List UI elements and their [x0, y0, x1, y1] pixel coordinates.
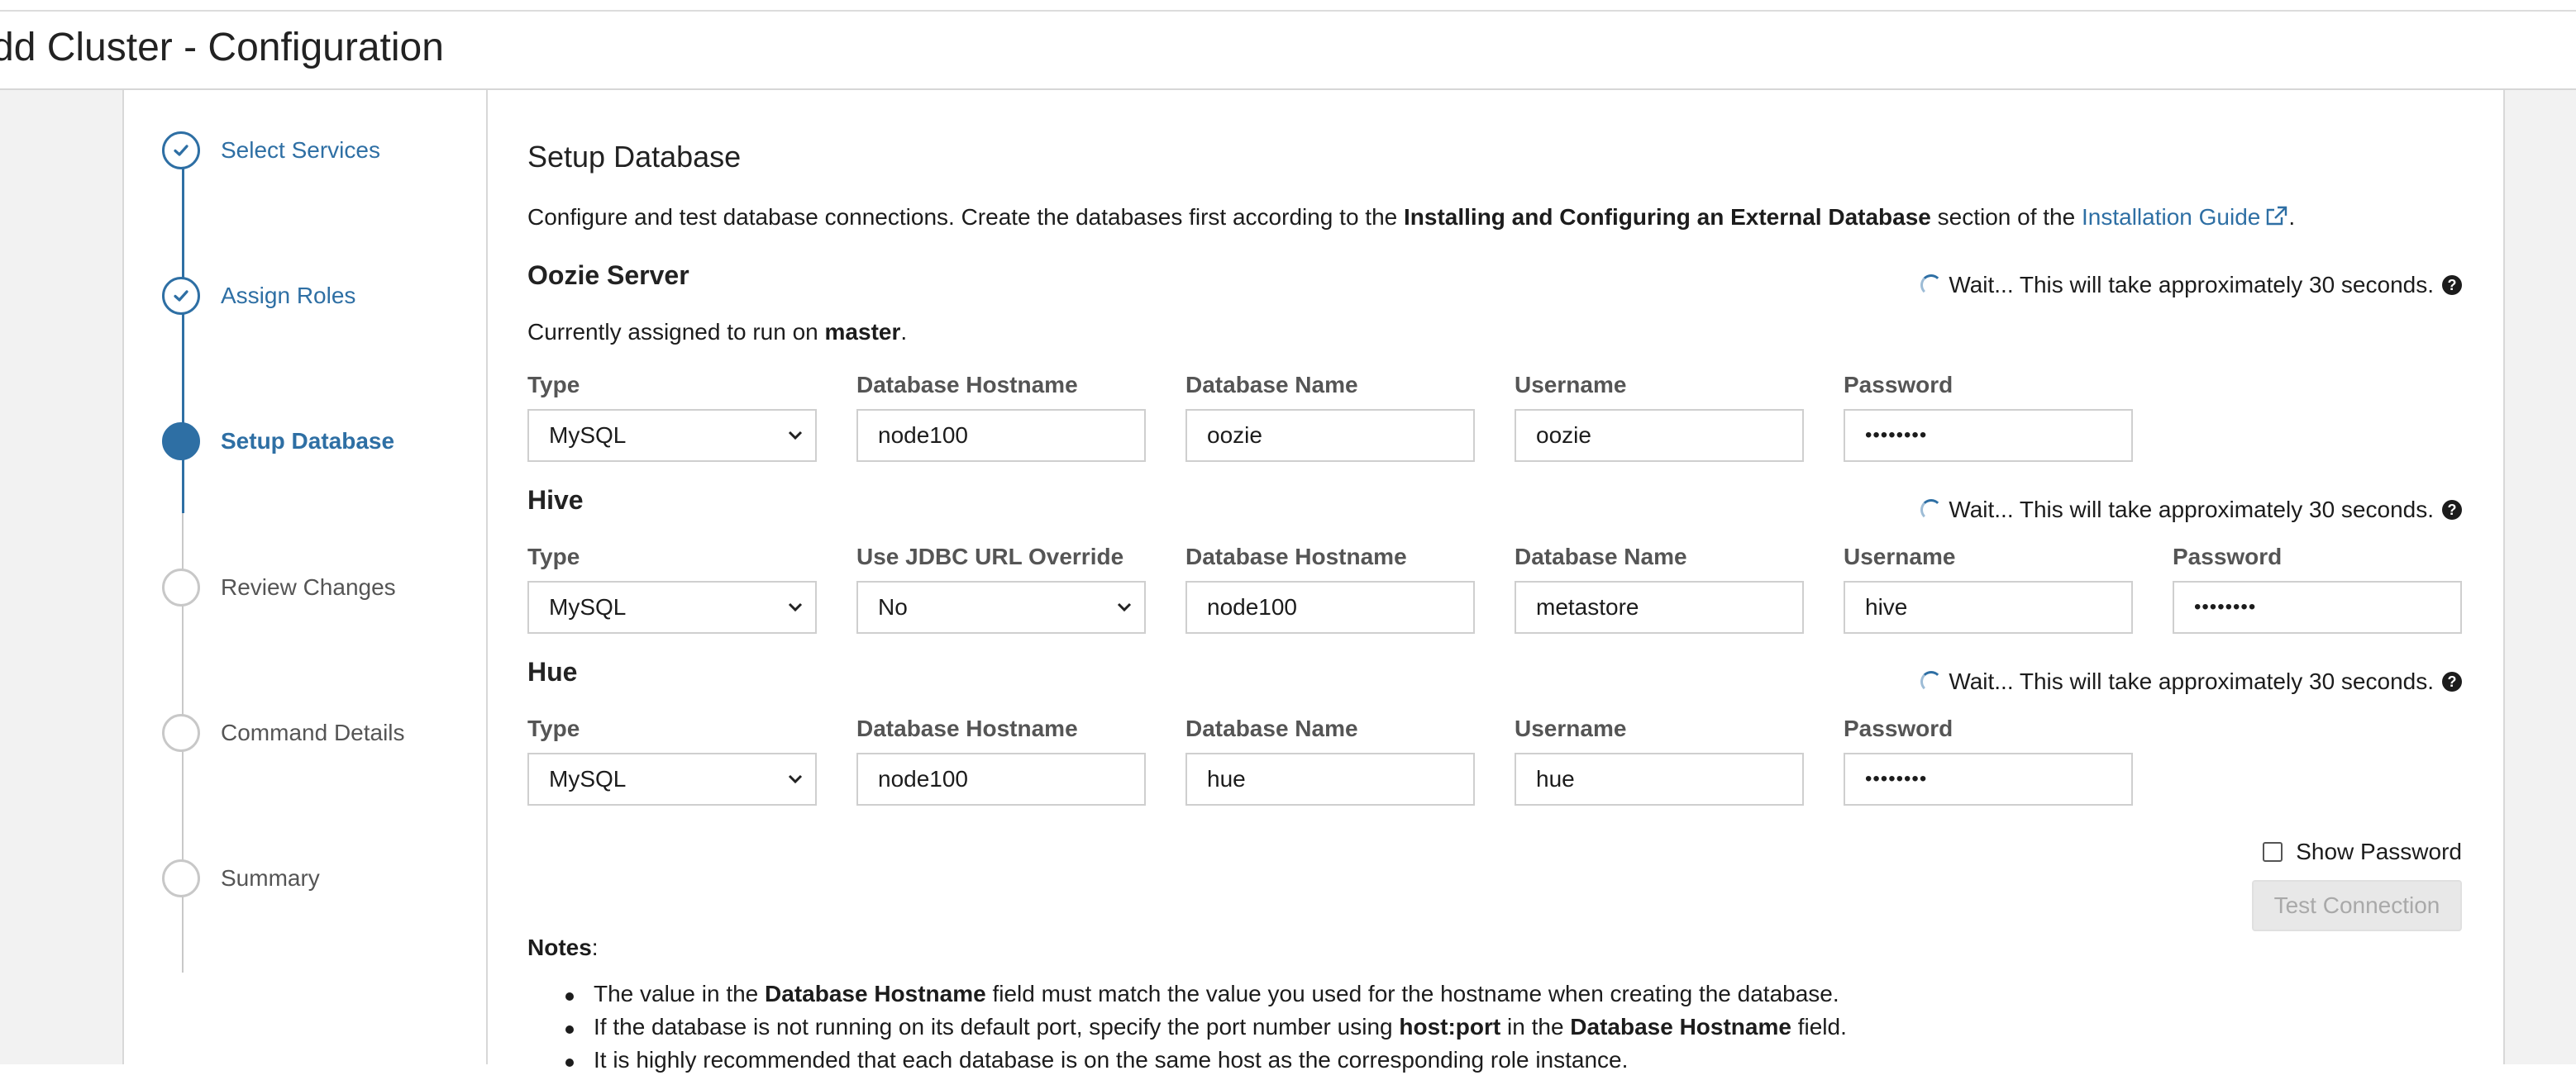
- hue-password-label: Password: [1844, 716, 1953, 741]
- step-select-services[interactable]: Select Services: [162, 130, 380, 171]
- wizard-steps: Select Services Assign Roles Setup Datab…: [124, 90, 488, 1064]
- hue-hostname-label: Database Hostname: [856, 716, 1078, 741]
- hive-hostname-input[interactable]: node100: [1185, 581, 1475, 634]
- show-password-toggle[interactable]: Show Password: [2263, 839, 2462, 865]
- list-item: It is highly recommended that each datab…: [561, 1047, 1847, 1080]
- step-label: Summary: [221, 865, 320, 891]
- step-setup-database[interactable]: Setup Database: [162, 421, 394, 462]
- question-circle-icon[interactable]: ?: [2442, 672, 2462, 692]
- hue-type-label: Type: [527, 716, 580, 741]
- hue-username-label: Username: [1515, 716, 1627, 741]
- top-border: [0, 0, 2576, 12]
- oozie-hostname-label: Database Hostname: [856, 372, 1078, 397]
- hue-type-select[interactable]: MySQL: [527, 753, 817, 806]
- chevron-down-icon: [788, 431, 803, 440]
- hue-dbname-input[interactable]: hue: [1185, 753, 1475, 806]
- oozie-dbname-label: Database Name: [1185, 372, 1358, 397]
- external-link-icon: [2265, 205, 2288, 232]
- pending-step-circle: [162, 714, 200, 752]
- oozie-username-label: Username: [1515, 372, 1627, 397]
- step-review-changes: Review Changes: [162, 567, 396, 608]
- question-circle-icon[interactable]: ?: [2442, 275, 2462, 295]
- notes-heading: Notes:: [527, 935, 599, 960]
- left-gutter: [0, 90, 124, 1064]
- installation-guide-link[interactable]: Installation Guide: [2082, 204, 2288, 230]
- check-icon: [162, 131, 200, 169]
- hue-password-input[interactable]: ••••••••: [1844, 753, 2133, 806]
- oozie-wait-status: Wait... This will take approximately 30 …: [1920, 272, 2462, 298]
- current-step-dot: [162, 422, 200, 460]
- hive-type-select[interactable]: MySQL: [527, 581, 817, 634]
- show-password-checkbox[interactable]: [2263, 842, 2283, 862]
- hive-password-label: Password: [2173, 544, 2283, 569]
- pending-step-circle: [162, 859, 200, 897]
- list-item: If the database is not running on its de…: [561, 1014, 1847, 1047]
- spinner-icon: [1920, 671, 1943, 692]
- step-summary: Summary: [162, 858, 320, 899]
- oozie-server-title: Oozie Server: [527, 260, 689, 290]
- spinner-icon: [1920, 499, 1943, 521]
- chevron-down-icon: [788, 602, 803, 612]
- chevron-down-icon: [788, 774, 803, 784]
- intro-text: Configure and test database connections.…: [527, 204, 2295, 232]
- pending-step-circle: [162, 569, 200, 607]
- oozie-password-input[interactable]: ••••••••: [1844, 409, 2133, 462]
- hive-jdbc-override-select[interactable]: No: [856, 581, 1146, 634]
- oozie-password-label: Password: [1844, 372, 1953, 397]
- list-item: The value in the Database Hostname field…: [561, 981, 1847, 1014]
- spinner-icon: [1920, 274, 1943, 296]
- hue-username-input[interactable]: hue: [1515, 753, 1804, 806]
- hive-dbname-label: Database Name: [1515, 544, 1687, 569]
- check-icon: [162, 277, 200, 315]
- step-assign-roles[interactable]: Assign Roles: [162, 275, 355, 316]
- hive-username-input[interactable]: hive: [1844, 581, 2133, 634]
- setup-database-panel: Setup Database Configure and test databa…: [527, 90, 2462, 1073]
- hive-title: Hive: [527, 485, 584, 515]
- oozie-type-label: Type: [527, 372, 580, 397]
- hue-dbname-label: Database Name: [1185, 716, 1358, 741]
- hive-hostname-label: Database Hostname: [1185, 544, 1407, 569]
- oozie-username-input[interactable]: oozie: [1515, 409, 1804, 462]
- step-command-details: Command Details: [162, 712, 405, 754]
- hive-wait-status: Wait... This will take approximately 30 …: [1920, 497, 2462, 523]
- right-gutter: [2503, 90, 2576, 1064]
- oozie-assigned-host: Currently assigned to run on master.: [527, 319, 908, 345]
- question-circle-icon[interactable]: ?: [2442, 500, 2462, 520]
- hue-title: Hue: [527, 657, 578, 687]
- step-label: Assign Roles: [221, 283, 356, 308]
- oozie-hostname-input[interactable]: node100: [856, 409, 1146, 462]
- step-label: Setup Database: [221, 428, 395, 454]
- page-title: dd Cluster - Configuration: [0, 26, 444, 69]
- step-label: Review Changes: [221, 574, 396, 600]
- test-connection-button[interactable]: Test Connection: [2252, 880, 2462, 931]
- hue-hostname-input[interactable]: node100: [856, 753, 1146, 806]
- notes-list: The value in the Database Hostname field…: [561, 981, 1847, 1080]
- hive-dbname-input[interactable]: metastore: [1515, 581, 1804, 634]
- hue-wait-status: Wait... This will take approximately 30 …: [1920, 668, 2462, 695]
- oozie-dbname-input[interactable]: oozie: [1185, 409, 1475, 462]
- chevron-down-icon: [1117, 602, 1132, 612]
- oozie-type-select[interactable]: MySQL: [527, 409, 817, 462]
- section-title: Setup Database: [527, 140, 742, 174]
- step-label: Command Details: [221, 720, 405, 745]
- hive-jdbc-label: Use JDBC URL Override: [856, 544, 1124, 569]
- hive-type-label: Type: [527, 544, 580, 569]
- hive-password-input[interactable]: ••••••••: [2173, 581, 2462, 634]
- step-label: Select Services: [221, 137, 380, 163]
- hive-username-label: Username: [1844, 544, 1956, 569]
